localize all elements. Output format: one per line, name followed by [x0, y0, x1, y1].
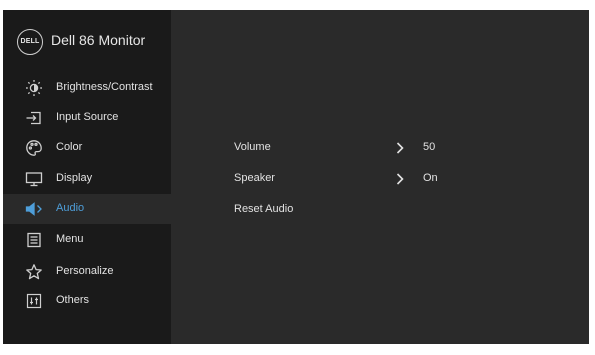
reset-audio-option[interactable]: Reset Audio: [171, 196, 589, 224]
speaker-option[interactable]: Speaker On: [171, 165, 589, 193]
speaker-label: Speaker: [234, 172, 275, 184]
sidebar-item-input-source[interactable]: Input Source: [3, 103, 171, 133]
brand-header: DELL Dell 86 Monitor: [3, 10, 171, 70]
sidebar-item-others[interactable]: Others: [3, 286, 171, 316]
dell-logo: DELL: [17, 29, 43, 55]
volume-value: 50: [423, 141, 436, 153]
color-palette-icon: [25, 139, 43, 157]
star-icon: [25, 263, 43, 281]
sidebar-item-personalize[interactable]: Personalize: [3, 257, 171, 287]
chevron-right-icon: [395, 141, 405, 155]
sidebar-item-label: Personalize: [56, 265, 114, 277]
sidebar-item-label: Color: [56, 141, 83, 153]
sidebar-item-label: Display: [56, 172, 93, 184]
others-settings-icon: [25, 292, 43, 310]
sidebar-item-label: Audio: [56, 202, 85, 214]
sidebar-item-label: Input Source: [56, 111, 119, 123]
brightness-icon: [25, 79, 43, 97]
sidebar-item-brightness-contrast[interactable]: Brightness/Contrast: [3, 73, 171, 103]
reset-audio-label: Reset Audio: [234, 203, 294, 215]
monitor-model-title: Dell 86 Monitor: [51, 32, 146, 48]
osd-sidebar: DELL Dell 86 Monitor Brightness/Contrast…: [3, 10, 171, 344]
volume-option[interactable]: Volume 50: [171, 134, 589, 162]
audio-settings-panel: Volume 50 Speaker On Reset Audio: [171, 10, 589, 344]
menu-list-icon: [25, 231, 43, 249]
sidebar-item-label: Brightness/Contrast: [56, 81, 153, 93]
sidebar-item-label: Others: [56, 294, 90, 306]
speaker-icon: [25, 200, 43, 218]
sidebar-item-color[interactable]: Color: [3, 133, 171, 163]
display-monitor-icon: [25, 170, 43, 188]
sidebar-item-audio[interactable]: Audio: [3, 194, 171, 224]
volume-label: Volume: [234, 141, 271, 153]
monitor-osd: DELL Dell 86 Monitor Brightness/Contrast…: [0, 0, 595, 355]
input-source-icon: [25, 109, 43, 127]
speaker-value: On: [423, 172, 438, 184]
sidebar-item-label: Menu: [56, 233, 84, 245]
sidebar-item-display[interactable]: Display: [3, 164, 171, 194]
chevron-right-icon: [395, 172, 405, 186]
sidebar-item-menu[interactable]: Menu: [3, 225, 171, 255]
